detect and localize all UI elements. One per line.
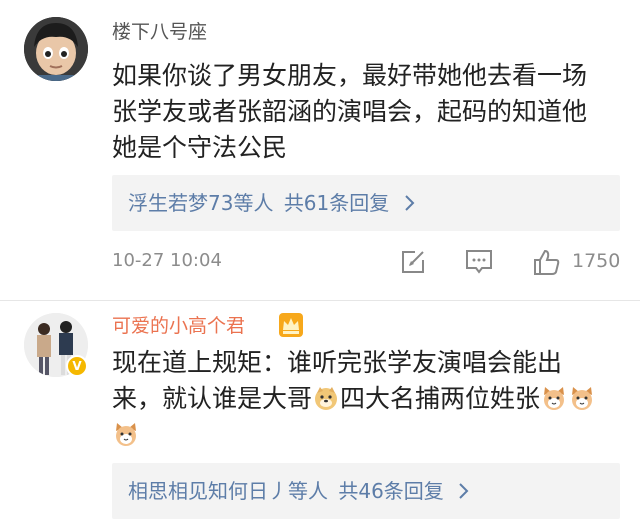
- comment-text-line: 如果你谈了男女朋友，最好带她他去看一场: [112, 61, 588, 90]
- reply-count: 共61条回复: [283, 191, 390, 215]
- comment-text-segment: 四大名捕两位姓张: [340, 384, 541, 413]
- reply-names: 浮生若梦73等人: [128, 191, 274, 215]
- chevron-right-icon: [404, 177, 416, 233]
- replies-preview[interactable]: 浮生若梦73等人 共61条回复: [112, 175, 620, 231]
- chevron-right-icon: [458, 465, 470, 521]
- like-count: 1750: [572, 250, 621, 272]
- comment-text: 如果你谈了男女朋友，最好带她他去看一场 张学友或者张韶涵的演唱会，起码的知道他 …: [112, 58, 624, 166]
- comment-text-line: [112, 417, 624, 453]
- comment-text-line: 她是个守法公民: [112, 133, 288, 162]
- avatar[interactable]: [24, 17, 88, 81]
- verified-badge-icon: V: [66, 355, 88, 377]
- comment-meta: 10-27 10:04 1750: [112, 247, 624, 277]
- username[interactable]: 可爱的小高个君: [112, 314, 245, 338]
- comment-text-segment: 来，就认谁是大哥: [112, 384, 313, 413]
- comment-item: V 可爱的小高个君 现在道上规矩：谁听完张学友演唱会能出 来，就认谁是大哥 四大…: [0, 300, 640, 529]
- share-icon[interactable]: [398, 247, 428, 277]
- comment-text: 现在道上规矩：谁听完张学友演唱会能出 来，就认谁是大哥 四大名捕两位姓张: [112, 345, 624, 453]
- reply-count: 共46条回复: [338, 479, 444, 503]
- replies-preview[interactable]: 相思相见知何日丿等人 共46条回复: [112, 463, 620, 519]
- timestamp: 10-27 10:04: [112, 250, 222, 271]
- crown-icon: [278, 312, 304, 338]
- like-icon[interactable]: [532, 247, 562, 277]
- username[interactable]: 楼下八号座: [112, 20, 207, 44]
- reply-names: 相思相见知何日丿等人: [128, 479, 328, 503]
- comment-text-line: 来，就认谁是大哥 四大名捕两位姓张: [112, 381, 624, 417]
- cat-emoji: [541, 385, 567, 411]
- doge-emoji: [313, 385, 339, 411]
- avatar-image: [24, 17, 88, 81]
- comment-icon[interactable]: [464, 247, 494, 277]
- cat-emoji: [569, 385, 595, 411]
- cat-emoji: [113, 421, 139, 447]
- verified-mark: V: [72, 359, 82, 373]
- comment-text-line: 现在道上规矩：谁听完张学友演唱会能出: [112, 348, 563, 377]
- comment-text-line: 张学友或者张韶涵的演唱会，起码的知道他: [112, 97, 588, 126]
- comment-item: 楼下八号座 如果你谈了男女朋友，最好带她他去看一场 张学友或者张韶涵的演唱会，起…: [0, 0, 640, 300]
